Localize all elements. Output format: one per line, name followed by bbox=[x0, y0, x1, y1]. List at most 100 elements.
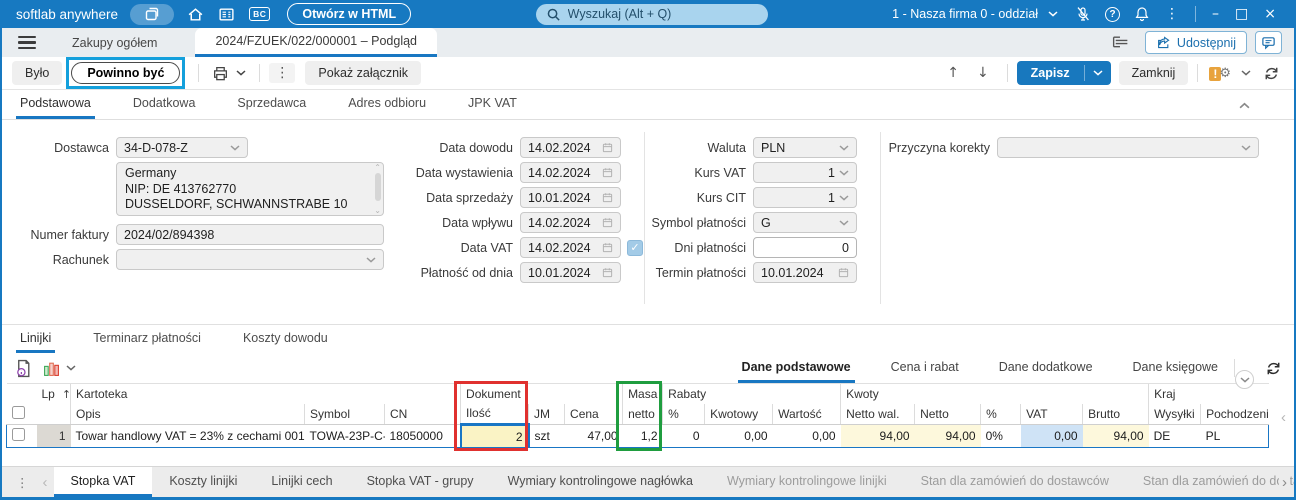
tab-dane-podstawowe[interactable]: Dane podstawowe bbox=[737, 353, 855, 383]
przyczyna-korekty-select[interactable] bbox=[997, 137, 1259, 158]
tab-stopka-vat[interactable]: Stopka VAT bbox=[53, 467, 153, 497]
document-info-icon[interactable] bbox=[14, 359, 33, 378]
open-in-html-button[interactable]: Otwórz w HTML bbox=[287, 3, 412, 25]
tab-stan-dla-zamowien-dla-dowodu[interactable]: Stan dla zamówień do dostawców (dla dowo bbox=[1126, 467, 1294, 497]
col-brutto[interactable]: Brutto bbox=[1082, 403, 1149, 425]
home-icon[interactable] bbox=[187, 6, 204, 23]
supplier-address-box[interactable]: Germany NIP: DE 413762770 DUSSELDORF, SC… bbox=[116, 162, 384, 216]
data-vat-input[interactable]: 14.02.2024 bbox=[520, 237, 621, 258]
navigate-down-icon[interactable]: ↓ bbox=[977, 65, 989, 81]
cell-kwotowy[interactable]: 0,00 bbox=[704, 424, 773, 448]
rachunek-select[interactable] bbox=[116, 249, 384, 270]
data-wystawienia-input[interactable]: 14.02.2024 bbox=[520, 162, 621, 183]
platnosc-od-dnia-input[interactable]: 10.01.2024 bbox=[520, 262, 621, 283]
bottom-scroll-left-icon[interactable]: ‹ bbox=[43, 474, 48, 491]
cell-brutto[interactable]: 94,00 bbox=[1082, 424, 1149, 448]
col-masa-netto[interactable]: netto bbox=[622, 403, 663, 425]
search-input[interactable] bbox=[567, 7, 758, 21]
tab-wymiary-kontrolingowe-linijki[interactable]: Wymiary kontrolingowe linijki bbox=[710, 467, 904, 497]
cell-proc[interactable]: 0% bbox=[980, 424, 1021, 448]
navigate-up-icon[interactable]: ↑ bbox=[947, 65, 959, 81]
close-button[interactable]: × bbox=[1264, 6, 1276, 22]
col-jm[interactable]: JM bbox=[528, 403, 565, 425]
tab-podstawowa[interactable]: Podstawowa bbox=[16, 90, 95, 119]
powinno-byc-button[interactable]: Powinno być bbox=[71, 62, 181, 84]
tab-terminarz-platnosci[interactable]: Terminarz płatności bbox=[89, 325, 205, 353]
col-netto[interactable]: Netto bbox=[914, 403, 981, 425]
numer-faktury-input[interactable]: 2024/02/894398 bbox=[116, 224, 384, 245]
kurs-vat-select[interactable]: 1 bbox=[753, 162, 857, 183]
col-netto-wal[interactable]: Netto wal. bbox=[840, 403, 915, 425]
tab-jpk-vat[interactable]: JPK VAT bbox=[464, 90, 521, 119]
termin-platnosci-input[interactable]: 10.01.2024 bbox=[753, 262, 857, 283]
col-kwotowy[interactable]: Kwotowy bbox=[704, 403, 773, 425]
sort-asc-icon[interactable]: ↑ bbox=[62, 388, 71, 401]
waluta-select[interactable]: PLN bbox=[753, 137, 857, 158]
tab-dane-dodatkowe[interactable]: Dane dodatkowe bbox=[995, 353, 1097, 383]
company-selector[interactable]: 1 - Nasza firma 0 - oddział bbox=[892, 7, 1058, 21]
table-row[interactable]: 1 Towar handlowy VAT = 23% z cechami 001… bbox=[6, 424, 1270, 448]
tab-zakupy-ogolem[interactable]: Zakupy ogółem bbox=[50, 36, 179, 50]
col-pochodzenia[interactable]: Pochodzenia bbox=[1200, 403, 1269, 425]
help-icon[interactable]: ? bbox=[1105, 6, 1121, 22]
chevron-down-icon[interactable] bbox=[1241, 70, 1251, 76]
minimize-button[interactable]: – bbox=[1212, 6, 1219, 22]
hamburger-menu-icon[interactable] bbox=[18, 35, 36, 50]
col-rabat-proc[interactable]: % bbox=[662, 403, 705, 425]
scroll-left-icon[interactable]: ‹ bbox=[1281, 409, 1286, 426]
comment-button[interactable] bbox=[1255, 31, 1282, 54]
symbol-platnosci-select[interactable]: G bbox=[753, 212, 857, 233]
col-wysylki[interactable]: Wysyłki bbox=[1148, 403, 1201, 425]
tab-koszty-dowodu[interactable]: Koszty dowodu bbox=[239, 325, 332, 353]
cell-opis[interactable]: Towar handlowy VAT = 23% z cechami 001 bbox=[70, 424, 305, 448]
kurs-cit-select[interactable]: 1 bbox=[753, 187, 857, 208]
bottom-more-icon[interactable]: ⋮ bbox=[16, 475, 29, 490]
data-vat-checkbox[interactable]: ✓ bbox=[627, 239, 643, 256]
col-proc[interactable]: % bbox=[980, 403, 1021, 425]
tab-sprzedawca[interactable]: Sprzedawca bbox=[233, 90, 310, 119]
maximize-button[interactable]: □ bbox=[1235, 6, 1248, 22]
tab-wymiary-kontrolingowe-naglowka[interactable]: Wymiary kontrolingowe nagłówka bbox=[491, 467, 710, 497]
chart-icon[interactable] bbox=[43, 360, 76, 377]
tab-linijki[interactable]: Linijki bbox=[16, 325, 56, 353]
col-cena[interactable]: Cena bbox=[564, 403, 623, 425]
bc-icon[interactable]: BC bbox=[249, 7, 271, 21]
cell-symbol[interactable]: TOWA-23P-C-001 bbox=[304, 424, 385, 448]
col-lp[interactable]: Lp ↑ bbox=[36, 383, 71, 404]
outline-panel-icon[interactable] bbox=[1111, 34, 1130, 51]
tab-koszty-linijki[interactable]: Koszty linijki bbox=[152, 467, 254, 497]
dostawca-select[interactable]: 34-D-078-Z bbox=[116, 137, 248, 158]
data-sprzedazy-input[interactable]: 10.01.2024 bbox=[520, 187, 621, 208]
news-icon[interactable] bbox=[218, 6, 235, 23]
collapse-form-icon[interactable] bbox=[1239, 98, 1250, 112]
cell-netto[interactable]: 94,00 bbox=[914, 424, 981, 448]
tab-stopka-vat-grupy[interactable]: Stopka VAT - grupy bbox=[350, 467, 491, 497]
grid-refresh-icon[interactable] bbox=[1265, 360, 1282, 377]
save-button[interactable]: Zapisz bbox=[1016, 61, 1111, 85]
cell-wartosc[interactable]: 0,00 bbox=[772, 424, 841, 448]
bottom-scroll-right-icon[interactable]: › bbox=[1279, 467, 1290, 497]
col-ilosc[interactable]: Ilość bbox=[460, 403, 529, 426]
cell-masa-netto[interactable]: 1,2 bbox=[622, 424, 663, 448]
cell-wysylki[interactable]: DE bbox=[1148, 424, 1201, 448]
bell-icon[interactable] bbox=[1134, 6, 1150, 22]
col-vat[interactable]: VAT bbox=[1020, 403, 1083, 425]
col-cn[interactable]: CN bbox=[383, 403, 461, 425]
tab-linijki-cech[interactable]: Linijki cech bbox=[254, 467, 349, 497]
tab-cena-i-rabat[interactable]: Cena i rabat bbox=[887, 353, 963, 383]
scrollbar-thumb[interactable] bbox=[375, 173, 381, 201]
share-button[interactable]: Udostępnij bbox=[1144, 31, 1247, 54]
refresh-icon[interactable] bbox=[1263, 65, 1280, 82]
more-actions-icon[interactable]: ⋮ bbox=[269, 63, 296, 83]
collapse-grid-icon[interactable] bbox=[1235, 370, 1254, 389]
warning-settings-icon[interactable]: ! ⚙ bbox=[1209, 66, 1231, 81]
cell-jm[interactable]: szt bbox=[528, 424, 565, 448]
cell-netto-wal[interactable]: 94,00 bbox=[840, 424, 915, 448]
more-options-icon[interactable]: ⋮ bbox=[1165, 6, 1179, 22]
col-wartosc[interactable]: Wartość bbox=[772, 403, 841, 425]
col-opis[interactable]: Opis bbox=[70, 403, 305, 425]
show-attachment-button[interactable]: Pokaż załącznik bbox=[305, 61, 422, 85]
col-symbol[interactable]: Symbol bbox=[304, 403, 385, 425]
cell-rabat-proc[interactable]: 0 bbox=[662, 424, 705, 448]
print-button[interactable] bbox=[212, 65, 246, 82]
